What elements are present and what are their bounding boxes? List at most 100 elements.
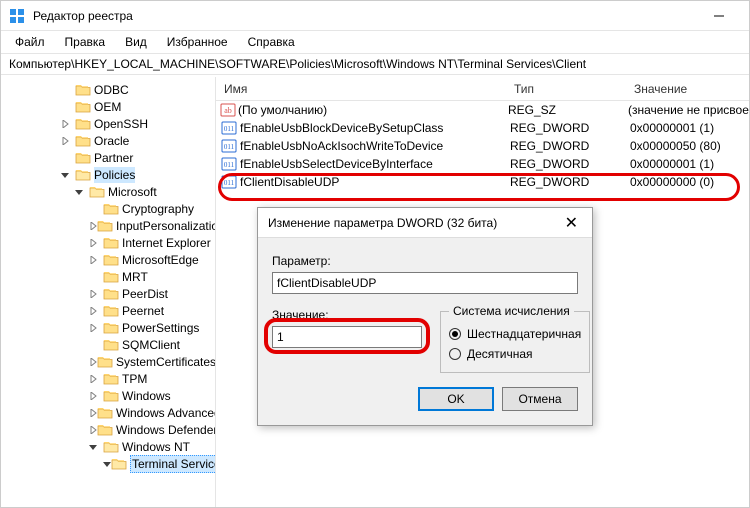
value-name: fEnableUsbNoAckIsochWriteToDevice <box>240 139 510 153</box>
menu-edit[interactable]: Правка <box>57 33 114 51</box>
tree-node[interactable]: SQMClient <box>5 336 215 353</box>
value-name: fClientDisableUDP <box>240 175 510 189</box>
folder-icon <box>103 304 119 318</box>
tree-node[interactable]: Policies <box>5 166 215 183</box>
tree-node-label: TPM <box>122 371 147 387</box>
tree-node-label: Policies <box>94 167 135 183</box>
chevron-right-icon[interactable] <box>89 426 97 434</box>
address-bar[interactable]: Компьютер\HKEY_LOCAL_MACHINE\SOFTWARE\Po… <box>1 53 749 75</box>
value-field[interactable] <box>272 326 422 348</box>
reg-sz-icon: ab <box>220 103 236 117</box>
edit-dword-dialog: Изменение параметра DWORD (32 бита) ✕ Па… <box>257 207 593 426</box>
chevron-right-icon[interactable] <box>89 409 97 417</box>
value-type: REG_DWORD <box>510 121 630 135</box>
folder-icon <box>75 83 91 97</box>
value-row[interactable]: 011fEnableUsbSelectDeviceByInterfaceREG_… <box>216 155 749 173</box>
folder-icon <box>103 270 119 284</box>
tree-node-label: OEM <box>94 99 121 115</box>
chevron-right-icon[interactable] <box>89 256 103 264</box>
tree-node[interactable]: Windows Defender <box>5 421 215 438</box>
radio-dec[interactable]: Десятичная <box>449 344 581 364</box>
tree-node[interactable]: OpenSSH <box>5 115 215 132</box>
tree-node[interactable]: Windows <box>5 387 215 404</box>
ok-button[interactable]: OK <box>418 387 494 411</box>
radio-hex[interactable]: Шестнадцатеричная <box>449 324 581 344</box>
tree-node[interactable]: Windows Advanced Threat Protection <box>5 404 215 421</box>
base-legend: Система исчисления <box>449 304 574 318</box>
menu-help[interactable]: Справка <box>240 33 303 51</box>
tree-node-label: PowerSettings <box>122 320 199 336</box>
param-name-field[interactable] <box>272 272 578 294</box>
folder-icon <box>89 185 105 199</box>
tree-node-label: SQMClient <box>122 337 180 353</box>
tree-node[interactable]: PowerSettings <box>5 319 215 336</box>
tree-node[interactable]: Peernet <box>5 302 215 319</box>
radio-dec-icon <box>449 348 461 360</box>
dialog-close-button[interactable]: ✕ <box>561 213 582 233</box>
tree-node-label: Oracle <box>94 133 129 149</box>
value-type: REG_DWORD <box>510 175 630 189</box>
chevron-right-icon[interactable] <box>89 375 103 383</box>
tree-node[interactable]: Terminal Services <box>5 455 215 472</box>
chevron-right-icon[interactable] <box>89 239 103 247</box>
chevron-right-icon[interactable] <box>89 307 103 315</box>
menu-file[interactable]: Файл <box>7 33 53 51</box>
tree-node[interactable]: InputPersonalization <box>5 217 215 234</box>
chevron-right-icon[interactable] <box>89 392 103 400</box>
tree-node[interactable]: Partner <box>5 149 215 166</box>
folder-icon <box>103 253 119 267</box>
chevron-right-icon[interactable] <box>89 324 103 332</box>
window-title: Редактор реестра <box>33 9 696 23</box>
value-row[interactable]: ab(По умолчанию)REG_SZ(значение не присв… <box>216 101 749 119</box>
chevron-right-icon[interactable] <box>89 290 103 298</box>
menu-favorites[interactable]: Избранное <box>159 33 236 51</box>
col-name[interactable]: Имя <box>216 82 506 96</box>
menu-view[interactable]: Вид <box>117 33 155 51</box>
param-label: Параметр: <box>272 254 578 268</box>
minimize-button[interactable] <box>696 1 741 31</box>
svg-text:011: 011 <box>224 125 235 133</box>
tree-node[interactable]: Internet Explorer <box>5 234 215 251</box>
col-type[interactable]: Тип <box>506 82 626 96</box>
tree-pane[interactable]: ODBC OEM OpenSSH Oracle Partner Policies… <box>1 77 216 507</box>
col-value[interactable]: Значение <box>626 82 749 96</box>
value-row[interactable]: 011fClientDisableUDPREG_DWORD0x00000000 … <box>216 173 749 191</box>
tree-node[interactable]: Windows NT <box>5 438 215 455</box>
folder-icon <box>75 100 91 114</box>
chevron-down-icon[interactable] <box>89 443 103 451</box>
value-row[interactable]: 011fEnableUsbNoAckIsochWriteToDeviceREG_… <box>216 137 749 155</box>
tree-node[interactable]: OEM <box>5 98 215 115</box>
tree-node-label: MRT <box>122 269 148 285</box>
value-name: (По умолчанию) <box>238 103 508 117</box>
dialog-titlebar: Изменение параметра DWORD (32 бита) ✕ <box>258 208 592 238</box>
tree-node[interactable]: MicrosoftEdge <box>5 251 215 268</box>
value-row[interactable]: 011fEnableUsbBlockDeviceBySetupClassREG_… <box>216 119 749 137</box>
chevron-down-icon[interactable] <box>61 171 75 179</box>
tree-node[interactable]: ODBC <box>5 81 215 98</box>
value-data: 0x00000001 (1) <box>630 121 749 135</box>
value-data: (значение не присвоено) <box>628 103 749 117</box>
chevron-right-icon[interactable] <box>61 137 75 145</box>
chevron-down-icon[interactable] <box>75 188 89 196</box>
folder-icon <box>97 219 113 233</box>
tree-node-label: Terminal Services <box>130 455 216 473</box>
tree-node-label: Cryptography <box>122 201 194 217</box>
svg-text:ab: ab <box>224 106 232 115</box>
chevron-right-icon[interactable] <box>89 222 97 230</box>
chevron-right-icon[interactable] <box>61 120 75 128</box>
tree-node[interactable]: TPM <box>5 370 215 387</box>
tree-node[interactable]: SystemCertificates <box>5 353 215 370</box>
tree-node[interactable]: PeerDist <box>5 285 215 302</box>
registry-tree: ODBC OEM OpenSSH Oracle Partner Policies… <box>5 81 215 472</box>
folder-icon <box>103 236 119 250</box>
cancel-button[interactable]: Отмена <box>502 387 578 411</box>
tree-node[interactable]: MRT <box>5 268 215 285</box>
chevron-right-icon[interactable] <box>89 358 97 366</box>
tree-node[interactable]: Oracle <box>5 132 215 149</box>
chevron-down-icon[interactable] <box>103 460 111 468</box>
folder-icon <box>103 287 119 301</box>
tree-node-label: Windows NT <box>122 439 190 455</box>
value-data: 0x00000000 (0) <box>630 175 749 189</box>
tree-node[interactable]: Microsoft <box>5 183 215 200</box>
tree-node[interactable]: Cryptography <box>5 200 215 217</box>
